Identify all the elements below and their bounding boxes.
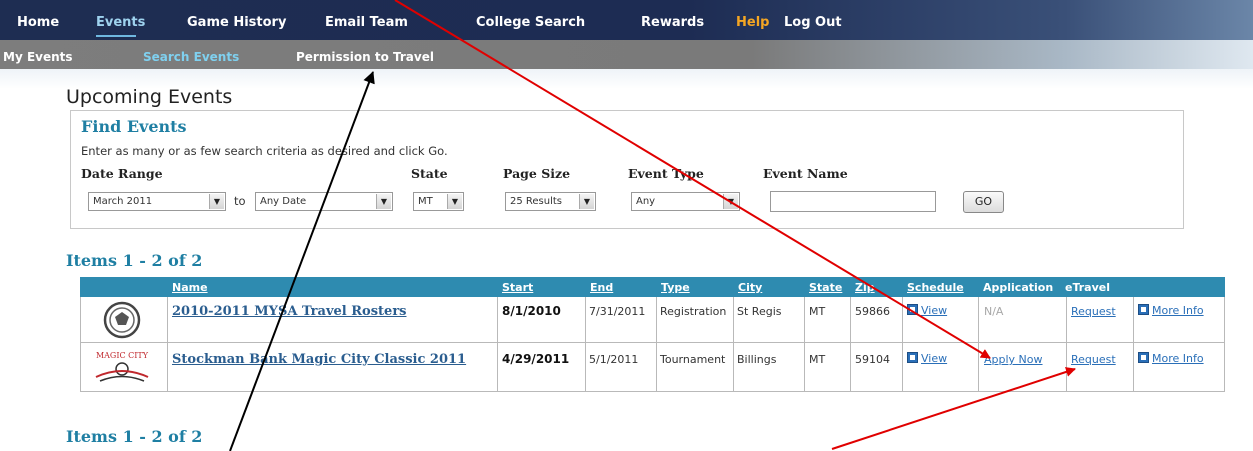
event-end: 5/1/2011: [589, 353, 639, 366]
apply-now-link[interactable]: Apply Now: [984, 353, 1043, 366]
event-type: Registration: [660, 305, 727, 318]
table-header: Name Start End Type City State Zip Sched…: [80, 277, 1225, 297]
header-name[interactable]: Name: [172, 281, 208, 294]
state-label: State: [411, 166, 448, 181]
top-nav: Home Events Game History Email Team Coll…: [0, 0, 1253, 40]
state-value: MT: [418, 196, 433, 207]
header-schedule[interactable]: Schedule: [907, 281, 964, 294]
event-type: Tournament: [660, 353, 726, 366]
event-name-input[interactable]: [770, 191, 936, 212]
event-city: St Regis: [737, 305, 782, 318]
info-icon: [1138, 304, 1149, 315]
schedule-view-link[interactable]: View: [907, 304, 947, 317]
find-events-panel: Find Events Enter as many or as few sear…: [70, 110, 1184, 229]
date-range-label: Date Range: [81, 166, 163, 181]
event-start: 8/1/2010: [502, 304, 561, 318]
event-city: Billings: [737, 353, 777, 366]
more-info-link[interactable]: More Info: [1138, 304, 1204, 317]
application-status: N/A: [984, 305, 1004, 318]
nav-active-indicator: [96, 35, 136, 37]
results-table: Name Start End Type City State Zip Sched…: [80, 277, 1225, 410]
header-start[interactable]: Start: [502, 281, 533, 294]
event-zip: 59866: [855, 305, 890, 318]
event-type-select[interactable]: Any ▼: [631, 192, 740, 211]
nav-email-team[interactable]: Email Team: [325, 15, 408, 30]
magic-city-logo: MAGIC CITY: [80, 343, 167, 391]
header-type[interactable]: Type: [661, 281, 690, 294]
soccer-ball-logo-icon: [80, 297, 167, 342]
date-to-value: Any Date: [260, 196, 307, 207]
to-label: to: [234, 194, 246, 208]
chevron-down-icon: ▼: [579, 194, 594, 209]
schedule-icon: [907, 352, 918, 363]
header-state[interactable]: State: [809, 281, 842, 294]
info-icon: [1138, 352, 1149, 363]
event-type-label: Event Type: [628, 166, 704, 181]
go-button[interactable]: GO: [963, 191, 1004, 213]
page-size-value: 25 Results: [510, 196, 563, 207]
sub-nav: My Events Search Events Permission to Tr…: [0, 40, 1253, 69]
event-name-label: Event Name: [763, 166, 848, 181]
schedule-icon: [907, 304, 918, 315]
event-name-link[interactable]: 2010-2011 MYSA Travel Rosters: [172, 304, 406, 319]
state-select[interactable]: MT ▼: [413, 192, 464, 211]
more-info-link[interactable]: More Info: [1138, 352, 1204, 365]
header-application: Application: [983, 281, 1054, 294]
chevron-down-icon: ▼: [209, 194, 224, 209]
nav-home[interactable]: Home: [17, 15, 59, 30]
event-end: 7/31/2011: [589, 305, 646, 318]
event-zip: 59104: [855, 353, 890, 366]
header-zip[interactable]: Zip: [855, 281, 875, 294]
event-type-value: Any: [636, 196, 656, 207]
subnav-search-events[interactable]: Search Events: [143, 50, 239, 64]
subnav-my-events[interactable]: My Events: [3, 50, 73, 64]
find-events-title: Find Events: [81, 117, 187, 136]
schedule-view-link[interactable]: View: [907, 352, 947, 365]
event-start: 4/29/2011: [502, 352, 570, 366]
date-from-value: March 2011: [93, 196, 153, 207]
date-to-select[interactable]: Any Date ▼: [255, 192, 393, 211]
event-state: MT: [809, 353, 826, 366]
page-title: Upcoming Events: [66, 86, 233, 108]
nav-game-history[interactable]: Game History: [187, 15, 286, 30]
table-row: MAGIC CITY Stockman Bank Magic City Clas…: [80, 343, 1225, 392]
table-row: 2010-2011 MYSA Travel Rosters 8/1/2010 7…: [80, 297, 1225, 343]
chevron-down-icon: ▼: [376, 194, 391, 209]
etravel-request-link[interactable]: Request: [1071, 353, 1116, 366]
header-etravel: eTravel: [1065, 281, 1111, 294]
header-city[interactable]: City: [738, 281, 762, 294]
nav-rewards[interactable]: Rewards: [641, 15, 704, 30]
items-count-heading-bottom: Items 1 - 2 of 2: [66, 427, 203, 446]
event-state: MT: [809, 305, 826, 318]
etravel-request-link[interactable]: Request: [1071, 305, 1116, 318]
svg-text:MAGIC CITY: MAGIC CITY: [96, 351, 149, 360]
event-name-link[interactable]: Stockman Bank Magic City Classic 2011: [172, 352, 466, 367]
nav-college-search[interactable]: College Search: [476, 15, 585, 30]
header-end[interactable]: End: [590, 281, 613, 294]
nav-events[interactable]: Events: [96, 15, 145, 30]
chevron-down-icon: ▼: [447, 194, 462, 209]
subnav-permission-to-travel[interactable]: Permission to Travel: [296, 50, 434, 64]
page-size-label: Page Size: [503, 166, 571, 181]
nav-help[interactable]: Help: [736, 15, 769, 30]
chevron-down-icon: ▼: [723, 194, 738, 209]
find-events-help-text: Enter as many or as few search criteria …: [81, 144, 448, 158]
date-from-select[interactable]: March 2011 ▼: [88, 192, 226, 211]
nav-log-out[interactable]: Log Out: [784, 15, 842, 30]
page-size-select[interactable]: 25 Results ▼: [505, 192, 596, 211]
items-count-heading-top: Items 1 - 2 of 2: [66, 251, 203, 270]
